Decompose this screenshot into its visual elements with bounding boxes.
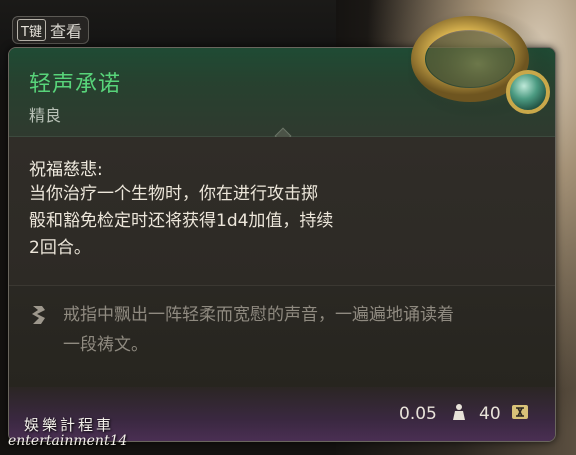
effect-line: 骰和豁免检定时还将获得1d4加值，持续 [29,211,334,231]
ring-icon [408,9,553,119]
effect-title: 祝福慈悲: [29,160,103,180]
quote-icon [32,306,45,324]
effect-section: 祝福慈悲: 当你治疗一个生物时，你在进行攻击掷 骰和豁免检定时还将获得1d4加值… [9,137,555,285]
effect-line: 当你治疗一个生物时，你在进行攻击掷 [29,184,318,204]
gold-coin-icon [512,405,528,419]
item-weight: 0.05 [399,404,437,424]
item-rarity: 精良 [29,106,62,125]
weight-icon [453,404,465,420]
item-price: 40 [479,404,501,424]
inspect-label: 查看 [49,22,82,41]
flavor-text: 戒指中飘出一阵轻柔而宽慰的声音，一遍遍地诵读着 一段祷文。 [63,300,543,360]
item-name: 轻声承诺 [29,72,122,97]
watermark-title: 娛樂計程車 [24,416,115,434]
inspect-hint[interactable]: T键 查看 [12,16,89,44]
effect-line: 2回合。 [29,238,91,258]
flavor-line: 一段祷文。 [63,335,148,355]
keybind-badge: T键 [17,19,46,41]
flavor-section: 戒指中飘出一阵轻柔而宽慰的声音，一遍遍地诵读着 一段祷文。 [9,285,555,388]
effect-description: 当你治疗一个生物时，你在进行攻击掷 骰和豁免检定时还将获得1d4加值，持续 2回… [29,181,409,262]
flavor-line: 戒指中飘出一阵轻柔而宽慰的声音，一遍遍地诵读着 [63,305,454,325]
watermark-handle: entertainment14 [8,433,128,449]
